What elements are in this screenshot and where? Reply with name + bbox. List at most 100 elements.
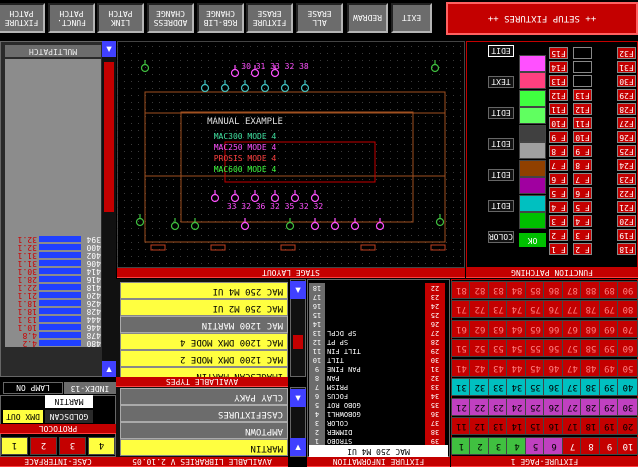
fixture-cell[interactable]: 70 (617, 320, 638, 338)
multipatch-row[interactable]: 4.2 480 (5, 339, 101, 348)
function-slot[interactable]: F 6 (549, 173, 568, 185)
top-button-3[interactable]: ADDRESS CHANGE (147, 3, 194, 33)
protocol-num[interactable]: 1 (1, 437, 28, 455)
function-slot[interactable]: F23 (617, 173, 636, 185)
function-slot[interactable]: F24 (617, 159, 636, 171)
function-slot[interactable]: F29 (617, 89, 636, 101)
multipatch-row[interactable]: 31.1 406 (5, 259, 101, 268)
edit-selected[interactable] (488, 45, 514, 57)
top-button-8[interactable]: EXIT (391, 3, 432, 33)
fixture-cell[interactable]: 30 (617, 398, 638, 416)
fixture-cell[interactable]: 10 (617, 437, 638, 455)
function-slot[interactable] (573, 75, 592, 87)
function-slot[interactable]: F 4 (549, 201, 568, 213)
function-slot[interactable]: F22 (617, 187, 636, 199)
multipatch-row[interactable]: 28.1 416 (5, 275, 101, 284)
function-slot[interactable]: F 3 (573, 229, 592, 241)
function-slot[interactable]: F 1 (549, 243, 568, 255)
fixture-cell[interactable]: 80 (617, 300, 638, 319)
function-slot[interactable]: F19 (617, 229, 636, 241)
protocol-num[interactable]: 2 (30, 437, 57, 455)
edit-button[interactable]: COLOR (488, 231, 514, 243)
multipatch-row[interactable]: 13.1 444 (5, 315, 101, 324)
fixture-cell[interactable]: 40 (617, 378, 638, 397)
martin-option[interactable]: MARTIN (45, 395, 93, 408)
color-swatch[interactable] (519, 72, 546, 90)
color-swatch[interactable] (519, 142, 546, 160)
function-slot[interactable]: F12 (549, 89, 568, 101)
stage-layout[interactable]: MANUAL EXAMPLE MAC300 MODE 4 MAC250 MODE 4… (117, 41, 465, 268)
function-slot[interactable] (573, 47, 592, 59)
top-button-7[interactable]: REDRAW (347, 3, 388, 33)
function-slot[interactable]: F 9 (549, 131, 568, 143)
protocol-num[interactable]: 3 (59, 437, 86, 455)
function-slot[interactable]: F 3 (549, 215, 568, 227)
function-slot[interactable]: F10 (573, 131, 592, 143)
multipatch-row[interactable]: 31.1 402 (5, 251, 101, 260)
library-row[interactable]: AMPTOWN (120, 422, 288, 439)
function-slot[interactable]: F 9 (573, 145, 592, 157)
top-button-1[interactable]: FUNCT. PATCH (48, 3, 95, 33)
protocol-num[interactable]: 4 (88, 437, 115, 455)
color-swatch[interactable] (519, 195, 546, 212)
function-slot[interactable]: F13 (573, 89, 592, 101)
types-scroll-thumb[interactable] (293, 335, 303, 349)
color-swatch[interactable] (519, 212, 546, 230)
function-slot[interactable]: F 2 (549, 229, 568, 241)
multipatch-row[interactable]: 18.1 428 (5, 307, 101, 316)
function-slot[interactable]: F11 (573, 117, 592, 129)
lamp-on-label[interactable]: LAMP ON (3, 382, 63, 394)
library-row[interactable]: CLAY PAKY (120, 388, 288, 405)
multipatch-row[interactable]: 10.1 446 (5, 323, 101, 332)
multipatch-row[interactable]: 22.1 418 (5, 283, 101, 292)
function-slot[interactable]: F21 (617, 201, 636, 213)
function-slot[interactable]: F30 (617, 75, 636, 87)
multipatch-row[interactable]: 21.1 420 (5, 291, 101, 300)
function-slot[interactable]: F26 (617, 131, 636, 143)
type-row[interactable]: MAC 1200 MARTIN (120, 316, 288, 333)
function-slot[interactable]: F11 (549, 103, 568, 115)
multipatch-row[interactable]: 32.1 400 (5, 243, 101, 252)
function-slot[interactable]: F32 (617, 47, 636, 59)
dmx-out-option[interactable]: DMX OUT (3, 410, 43, 423)
goldscan-option[interactable]: GOLDSCAN (45, 410, 93, 423)
fixture-cell[interactable]: 60 (617, 339, 638, 358)
multipatch-row[interactable]: 32.1 394 (5, 235, 101, 244)
color-swatch[interactable] (519, 107, 546, 125)
multipatch-scroll-thumb[interactable] (104, 62, 114, 212)
color-swatch[interactable] (519, 160, 546, 177)
edit-button[interactable]: TEXT (488, 76, 514, 88)
edit-button[interactable]: EDIT (488, 169, 514, 181)
type-row[interactable]: MAC 250 M2 UI (120, 299, 288, 316)
function-slot[interactable]: F 6 (573, 187, 592, 199)
function-slot[interactable]: F15 (549, 47, 568, 59)
edit-button[interactable]: EDIT (488, 200, 514, 212)
fixture-cell[interactable]: 90 (617, 281, 638, 299)
function-slot[interactable]: F 2 (573, 243, 592, 255)
function-slot[interactable]: F18 (617, 243, 636, 255)
multipatch-scroll-down[interactable]: ▼ (102, 361, 116, 377)
multipatch-row[interactable]: 30.1 414 (5, 267, 101, 276)
function-slot[interactable]: F14 (549, 61, 568, 73)
function-slot[interactable]: F 4 (573, 215, 592, 227)
edit-button[interactable]: EDIT (488, 107, 514, 119)
function-slot[interactable]: F 7 (573, 173, 592, 185)
function-slot[interactable]: F13 (549, 75, 568, 87)
multipatch-scroll-up[interactable]: ▲ (102, 41, 116, 57)
function-slot[interactable]: F 5 (573, 201, 592, 213)
ok-button[interactable]: OK (519, 233, 546, 247)
function-slot[interactable]: F 5 (549, 187, 568, 199)
color-swatch[interactable] (519, 125, 546, 142)
function-slot[interactable]: F10 (549, 117, 568, 129)
fixture-cell[interactable]: 20 (617, 417, 638, 436)
type-row[interactable]: MAC 1200 DMX MODE 2 (120, 350, 288, 367)
top-button-5[interactable]: FIXTURE ERASE (246, 3, 293, 33)
function-slot[interactable]: F27 (617, 117, 636, 129)
multipatch-row[interactable]: 18.1 426 (5, 299, 101, 308)
fixture-cell[interactable]: 50 (617, 359, 638, 377)
color-swatch[interactable] (519, 90, 546, 107)
function-slot[interactable] (573, 61, 592, 73)
function-slot[interactable]: F 8 (573, 159, 592, 171)
color-swatch[interactable] (519, 55, 546, 72)
top-button-0[interactable]: FIXTURE PATCH (0, 3, 45, 33)
